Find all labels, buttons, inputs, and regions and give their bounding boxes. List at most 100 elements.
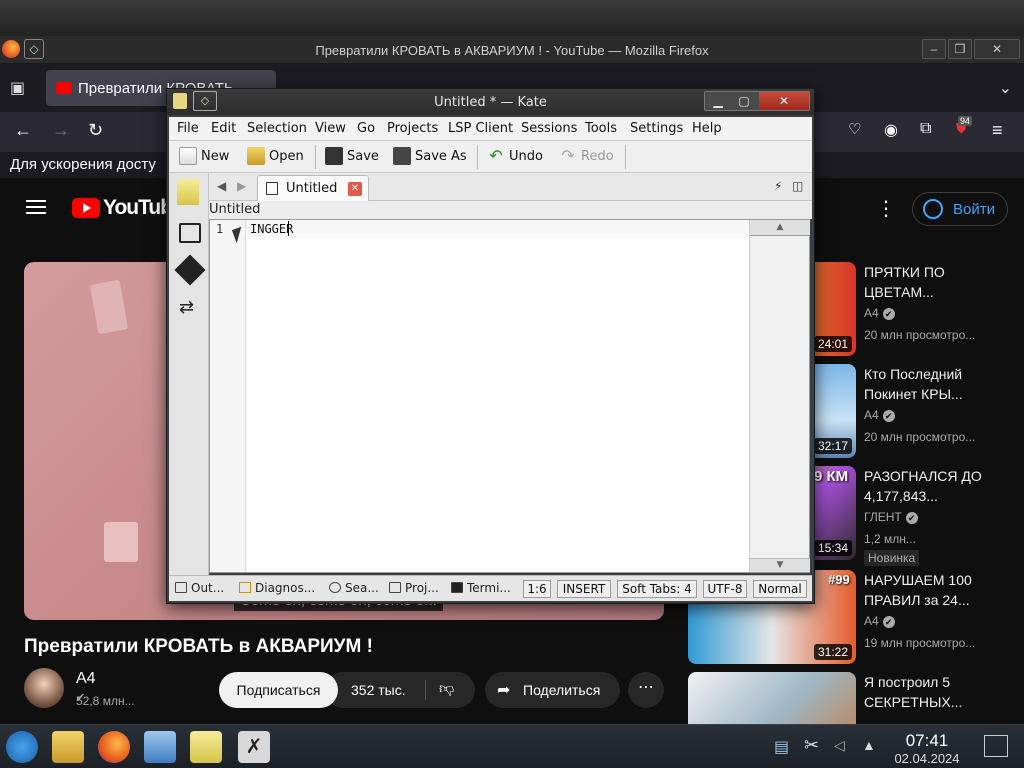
menu-view[interactable]: View (315, 121, 346, 136)
forward-nav-icon[interactable]: ▶ (237, 179, 246, 193)
menu-settings[interactable]: Settings (630, 121, 683, 136)
file-manager-icon[interactable] (52, 731, 84, 763)
tab-close-icon[interactable]: ✕ (348, 182, 362, 196)
current-line-highlight (247, 220, 749, 238)
maximize-button[interactable]: ▢ (731, 92, 757, 110)
reload-icon[interactable]: ↻ (88, 120, 103, 141)
syntax-mode[interactable]: Normal (753, 580, 807, 598)
quick-open-icon[interactable]: ⚡ (774, 179, 782, 193)
indentation-settings[interactable]: Soft Tabs: 4 (617, 580, 697, 598)
split-view-icon[interactable]: ◫ (792, 179, 803, 193)
menu-edit[interactable]: Edit (211, 121, 236, 136)
menu-projects[interactable]: Projects (387, 121, 438, 136)
search-panel-button[interactable]: Sea... (329, 581, 379, 595)
close-button[interactable]: ✕ (974, 39, 1020, 59)
subscribe-button[interactable]: Подписаться (219, 672, 338, 708)
share-icon: ➦ (497, 682, 511, 699)
save-icon (325, 147, 343, 165)
menu-selection[interactable]: Selection (247, 121, 307, 136)
save-button[interactable]: Save (323, 145, 383, 169)
minimize-button[interactable]: ▁ (705, 92, 731, 110)
menu-file[interactable]: File (177, 121, 199, 136)
start-menu-icon[interactable] (6, 731, 38, 763)
back-nav-icon[interactable]: ◀ (217, 179, 226, 193)
text-editor[interactable]: 1 INGGER ▲ ▼ (209, 219, 810, 573)
diagnostics-panel-button[interactable]: Diagnos... (239, 581, 315, 595)
text-caret (288, 221, 289, 236)
cursor-position[interactable]: 1:6 (523, 580, 551, 598)
editor-line-text[interactable]: INGGER (250, 222, 293, 236)
breadcrumb-item[interactable]: Untitled (209, 202, 260, 217)
document-list-icon[interactable] (179, 223, 201, 243)
open-button[interactable]: Open (245, 145, 309, 169)
taskbar: ✗ ▤ ✂ ◁ ▲ 07:41 02.04.2024 (0, 724, 1024, 768)
undo-button[interactable]: ↶ Undo (485, 145, 549, 169)
kate-sidebar: ⇄ (169, 173, 209, 601)
kate-taskbar-icon[interactable] (190, 731, 222, 763)
x-app-icon[interactable]: ✗ (238, 731, 270, 763)
new-button[interactable]: New (177, 145, 237, 169)
terminal-panel-button[interactable]: Termi... (451, 581, 511, 595)
dislike-icon[interactable]: 👎︎ (439, 680, 454, 698)
sign-in-button[interactable]: Войти (912, 192, 1008, 226)
minimize-button[interactable]: – (922, 39, 946, 59)
encoding[interactable]: UTF-8 (703, 580, 747, 598)
clock[interactable]: 07:41 02.04.2024 (884, 731, 970, 766)
scroll-up-icon[interactable]: ▲ (750, 220, 810, 236)
maximize-button[interactable]: ❐ (948, 39, 972, 59)
close-button[interactable]: ✕ (759, 92, 809, 110)
hamburger-menu-icon[interactable] (26, 200, 46, 214)
youtube-logo-icon[interactable] (72, 198, 100, 218)
redo-button[interactable]: ↷ Redo (557, 145, 617, 169)
account-icon[interactable]: ◉ (884, 120, 898, 140)
input-mode[interactable]: INSERT (557, 580, 611, 598)
documents-icon[interactable] (177, 179, 199, 205)
back-icon[interactable]: ← (14, 120, 32, 141)
kate-window: ◇ Untitled * — Kate ▁ ▢ ✕ File Edit Sele… (166, 88, 815, 604)
git-icon[interactable] (174, 254, 206, 286)
pocket-icon[interactable]: ♡ (848, 120, 861, 138)
like-count[interactable]: 352 тыс. (351, 682, 406, 698)
volume-icon[interactable]: ◁ (834, 737, 845, 754)
recommendation-title[interactable]: НАРУШАЕМ 100 ПРАВИЛ за 24... (864, 570, 1014, 610)
share-button[interactable]: ➦ Поделиться (485, 672, 620, 708)
toolbar-separator (477, 145, 478, 169)
more-actions-button[interactable]: ⋯ (628, 672, 664, 708)
menu-help[interactable]: Help (692, 121, 722, 136)
chevron-down-icon[interactable]: ⌄ (999, 78, 1012, 98)
extensions-icon[interactable]: ⧉ (920, 120, 931, 138)
firefox-taskbar-icon[interactable] (98, 731, 130, 763)
projects-panel-button[interactable]: Proj... (389, 581, 439, 595)
menu-go[interactable]: Go (357, 121, 375, 136)
scissors-icon[interactable]: ✂ (804, 735, 819, 756)
recommendation-title[interactable]: РАЗОГНАЛСЯ ДО 4,177,843... (864, 466, 1014, 506)
recommendation-title[interactable]: Кто Последний Покинет КРЫ... (864, 364, 1014, 404)
system-settings-icon[interactable] (144, 731, 176, 763)
recommendation-item[interactable]: Я построил 5 СЕКРЕТНЫХ... (688, 672, 1018, 724)
video-title: Превратили КРОВАТЬ в АКВАРИУМ ! (24, 636, 373, 657)
save-as-button[interactable]: Save As (391, 145, 467, 169)
forward-icon[interactable]: → (52, 120, 70, 141)
tab-untitled[interactable]: Untitled ✕ (257, 175, 369, 201)
video-duration: 15:34 (813, 540, 852, 556)
more-vert-icon[interactable]: ⋮ (876, 196, 896, 221)
channel-avatar[interactable] (24, 668, 64, 708)
menu-lsp-client[interactable]: LSP Client (448, 121, 513, 136)
show-desktop-icon[interactable] (984, 735, 1008, 757)
output-panel-button[interactable]: Out... (175, 581, 224, 595)
recommendation-channel: A4 ✔ (864, 408, 895, 422)
share-label: Поделиться (523, 682, 601, 698)
scroll-down-icon[interactable]: ▼ (750, 558, 810, 572)
tab-list-icon[interactable]: ▣ (10, 78, 25, 98)
tray-expand-icon[interactable]: ▲ (862, 737, 876, 753)
symbols-icon[interactable]: ⇄ (179, 297, 194, 318)
clipboard-icon[interactable]: ▤ (774, 737, 789, 757)
line-number: 1 (216, 222, 224, 236)
recommendation-title[interactable]: Я построил 5 СЕКРЕТНЫХ... (864, 672, 1014, 712)
menu-sessions[interactable]: Sessions (521, 121, 577, 136)
menu-icon[interactable]: ≡ (992, 120, 1003, 141)
recommendation-thumbnail[interactable] (688, 672, 856, 724)
menu-tools[interactable]: Tools (585, 121, 617, 136)
recommendation-title[interactable]: ПРЯТКИ ПО ЦВЕТАМ... (864, 262, 1014, 302)
minimap-scrollbar[interactable]: ▲ ▼ (749, 220, 810, 572)
